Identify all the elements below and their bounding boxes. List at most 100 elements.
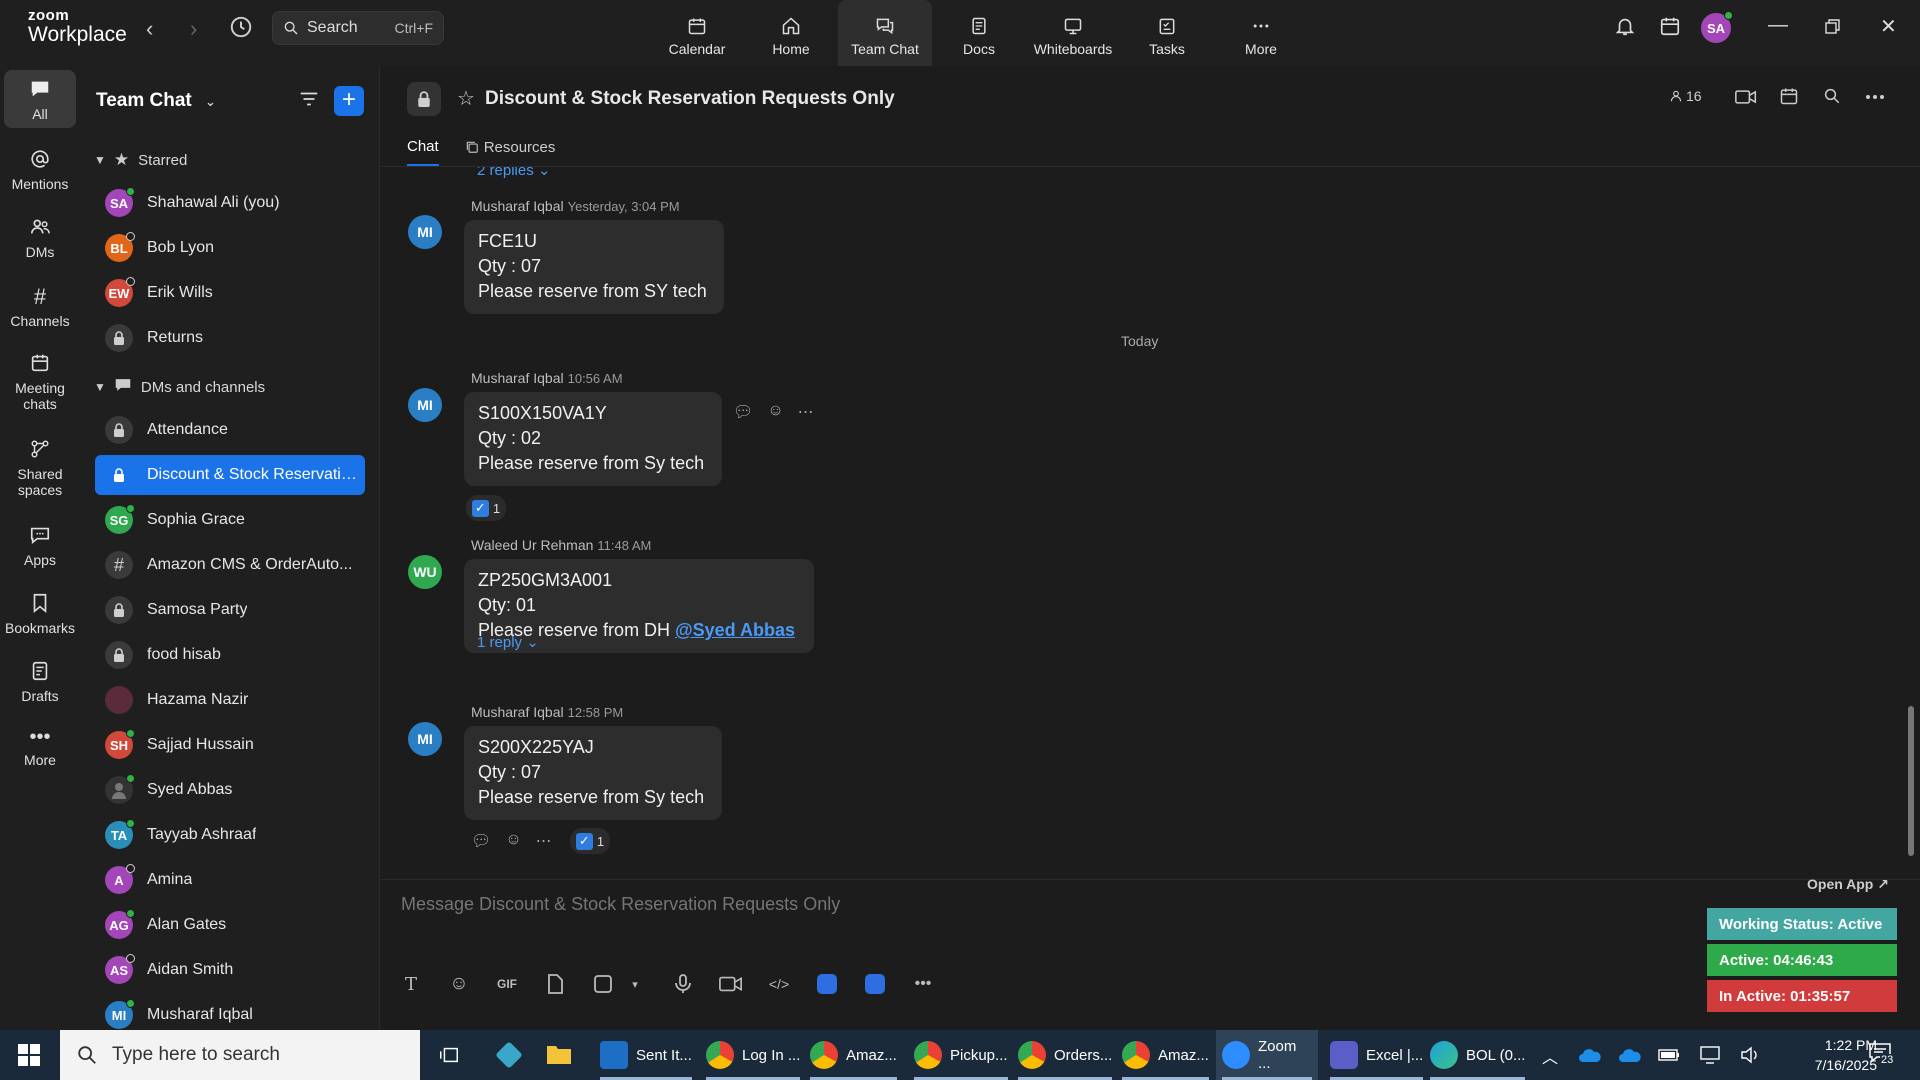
taskbar-app-chrome-3[interactable]: Pickup... bbox=[908, 1030, 1014, 1080]
taskbar-app-edge[interactable]: BOL (0... bbox=[1424, 1030, 1531, 1080]
message-author[interactable]: Musharaf Iqbal bbox=[471, 370, 564, 386]
text-format-icon[interactable]: T bbox=[399, 972, 423, 996]
taskbar-app-chrome-5[interactable]: Amaz... bbox=[1116, 1030, 1215, 1080]
chevron-down-icon[interactable]: ▾ bbox=[623, 972, 647, 996]
restore-icon[interactable] bbox=[1824, 18, 1842, 36]
nav-tab-tasks[interactable]: Tasks bbox=[1120, 0, 1214, 66]
code-snippet-icon[interactable]: </> bbox=[767, 972, 791, 996]
more-options-icon[interactable] bbox=[1865, 94, 1885, 100]
sidebar-item-attendance[interactable]: Attendance bbox=[95, 410, 365, 450]
battery-icon[interactable] bbox=[1658, 1048, 1680, 1062]
nav-tab-whiteboards[interactable]: Whiteboards bbox=[1026, 0, 1120, 66]
windows-start-icon[interactable] bbox=[18, 1044, 40, 1066]
microphone-icon[interactable] bbox=[671, 972, 695, 996]
message-author[interactable]: Waleed Ur Rehman bbox=[471, 537, 593, 553]
rail-dms[interactable]: DMs bbox=[4, 216, 76, 260]
rail-bookmarks[interactable]: Bookmarks bbox=[4, 592, 76, 636]
screenshot-icon[interactable] bbox=[591, 972, 615, 996]
tab-resources[interactable]: Resources bbox=[465, 134, 555, 166]
sidebar-item-syed-abbas[interactable]: Syed Abbas bbox=[95, 770, 365, 810]
rail-mentions[interactable]: Mentions bbox=[4, 148, 76, 192]
sidebar-item-amazon-cms[interactable]: # Amazon CMS & OrderAuto... bbox=[95, 545, 365, 585]
rail-all[interactable]: All bbox=[4, 70, 76, 129]
scrollbar[interactable] bbox=[1908, 706, 1914, 856]
thread-replies-link[interactable]: 1 reply ⌄ bbox=[477, 633, 539, 651]
more-options-icon[interactable]: ⋯ bbox=[798, 402, 814, 422]
message-author[interactable]: Musharaf Iqbal bbox=[471, 198, 564, 214]
taskbar-search[interactable]: Type here to search bbox=[60, 1030, 420, 1080]
task-view-icon[interactable] bbox=[438, 1044, 460, 1066]
notifications-button[interactable]: 23 bbox=[1868, 1042, 1896, 1068]
video-icon[interactable] bbox=[1735, 88, 1757, 106]
rail-apps[interactable]: Apps bbox=[4, 524, 76, 568]
message-author[interactable]: Musharaf Iqbal bbox=[471, 704, 564, 720]
rail-drafts[interactable]: Drafts bbox=[4, 660, 76, 704]
user-avatar[interactable]: SA bbox=[1701, 11, 1733, 43]
star-outline-icon[interactable]: ☆ bbox=[457, 86, 475, 111]
sidebar-item-shahawal-ali[interactable]: SA Shahawal Ali (you) bbox=[95, 183, 365, 223]
app-chat-blue-icon[interactable] bbox=[863, 972, 887, 996]
minimize-icon[interactable]: — bbox=[1768, 14, 1788, 37]
taskbar-app-chrome-4[interactable]: Orders... bbox=[1012, 1030, 1118, 1080]
member-count[interactable]: 16 bbox=[1669, 88, 1702, 104]
calendar-check-icon[interactable] bbox=[1659, 14, 1681, 38]
user-mention[interactable]: @Syed Abbas bbox=[675, 620, 795, 640]
sidebar-item-samosa-party[interactable]: Samosa Party bbox=[95, 590, 365, 630]
message-input[interactable] bbox=[401, 894, 1401, 915]
bell-icon[interactable] bbox=[1614, 14, 1636, 38]
taskbar-app-teams[interactable]: Excel |... bbox=[1324, 1030, 1429, 1080]
sidebar-item-sophia-grace[interactable]: SG Sophia Grace bbox=[95, 500, 365, 540]
forward-arrow-icon[interactable]: › bbox=[190, 16, 197, 42]
sidebar-title[interactable]: Team Chat ⌄ bbox=[96, 90, 216, 112]
app-icon[interactable] bbox=[495, 1041, 523, 1069]
taskbar-app-outlook[interactable]: Sent It... bbox=[594, 1030, 698, 1080]
open-app-link[interactable]: Open App ↗ bbox=[1807, 876, 1889, 893]
channel-title[interactable]: Discount & Stock Reservation Requests On… bbox=[485, 88, 895, 110]
folder-icon[interactable] bbox=[546, 1043, 572, 1065]
sidebar-item-tayyab-ashraaf[interactable]: TA Tayyab Ashraaf bbox=[95, 815, 365, 855]
sidebar-item-food-hisab[interactable]: food hisab bbox=[95, 635, 365, 675]
reply-icon[interactable]: 💬︎ bbox=[471, 831, 491, 851]
taskbar-app-zoom[interactable]: Zoom ... bbox=[1216, 1030, 1318, 1080]
sidebar-item-bob-lyon[interactable]: BL Bob Lyon bbox=[95, 228, 365, 268]
nav-tab-calendar[interactable]: Calendar bbox=[650, 0, 744, 66]
reaction-checkmark[interactable]: ✓ 1 bbox=[466, 495, 506, 521]
message-avatar[interactable]: MI bbox=[408, 215, 442, 249]
rail-meeting-chats[interactable]: Meeting chats bbox=[4, 352, 76, 412]
nav-tab-more[interactable]: More bbox=[1214, 0, 1308, 66]
taskbar-clock[interactable]: 1:22 PM 7/16/2025 bbox=[1787, 1035, 1877, 1075]
schedule-icon[interactable] bbox=[1779, 86, 1799, 106]
sidebar-item-musharaf-iqbal[interactable]: MI Musharaf Iqbal bbox=[95, 995, 365, 1035]
emoji-icon[interactable]: ☺ bbox=[447, 972, 471, 996]
nav-tab-docs[interactable]: Docs bbox=[932, 0, 1026, 66]
emoji-react-icon[interactable]: ☺ bbox=[505, 831, 521, 851]
section-starred[interactable]: ▼ ★ Starred bbox=[94, 150, 187, 170]
message-avatar[interactable]: WU bbox=[408, 555, 442, 589]
sidebar-item-aidan-smith[interactable]: AS Aidan Smith bbox=[95, 950, 365, 990]
gif-button[interactable]: GIF bbox=[495, 972, 519, 996]
sidebar-item-amina[interactable]: A Amina bbox=[95, 860, 365, 900]
section-dms-channels[interactable]: ▼ DMs and channels bbox=[94, 377, 265, 397]
sidebar-item-hazama-nazir[interactable]: Hazama Nazir bbox=[95, 680, 365, 720]
sidebar-item-alan-gates[interactable]: AG Alan Gates bbox=[95, 905, 365, 945]
new-chat-button[interactable]: + bbox=[334, 86, 364, 116]
rail-channels[interactable]: # Channels bbox=[4, 284, 76, 329]
tab-chat[interactable]: Chat bbox=[407, 134, 439, 166]
sidebar-item-returns[interactable]: Returns bbox=[95, 318, 365, 358]
app-blue-icon[interactable] bbox=[815, 972, 839, 996]
nav-tab-team-chat[interactable]: Team Chat bbox=[838, 0, 932, 66]
network-icon[interactable] bbox=[1700, 1046, 1720, 1064]
sidebar-item-sajjad-hussain[interactable]: SH Sajjad Hussain bbox=[95, 725, 365, 765]
volume-icon[interactable] bbox=[1740, 1046, 1760, 1064]
rail-shared-spaces[interactable]: Shared spaces bbox=[4, 438, 76, 498]
onedrive-icon[interactable] bbox=[1578, 1047, 1602, 1063]
onedrive-icon[interactable] bbox=[1618, 1047, 1642, 1063]
reply-icon[interactable]: 💬︎ bbox=[733, 402, 753, 422]
message-bubble[interactable]: S100X150VA1Y Qty : 02 Please reserve fro… bbox=[464, 392, 722, 486]
history-icon[interactable] bbox=[228, 14, 254, 40]
message-avatar[interactable]: MI bbox=[408, 722, 442, 756]
nav-tab-home[interactable]: Home bbox=[744, 0, 838, 66]
video-message-icon[interactable] bbox=[719, 972, 743, 996]
taskbar-app-chrome-2[interactable]: Amaz... bbox=[804, 1030, 903, 1080]
thread-replies-link[interactable]: 2 replies ⌄ bbox=[477, 167, 550, 179]
